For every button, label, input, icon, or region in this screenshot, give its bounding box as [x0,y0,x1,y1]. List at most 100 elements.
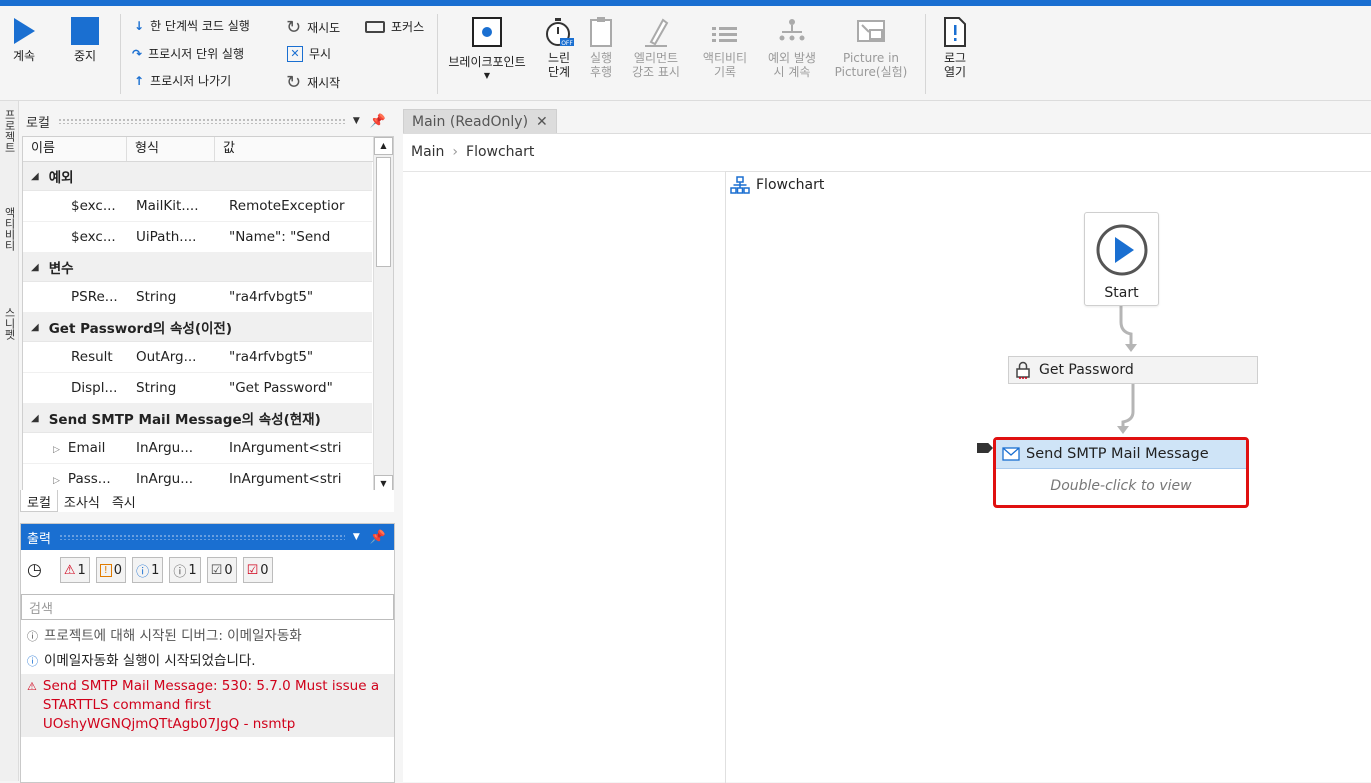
continue-label: 계속 [12,49,36,63]
chevron-right-icon: › [452,144,459,160]
flowchart-container[interactable]: Flowchart Start Get Password Send SMTP M… [725,171,1371,783]
retry-label: 재시도 [307,21,341,35]
focus-button[interactable]: 포커스 [365,18,424,35]
restart-button[interactable]: ↻ 재시작 [286,72,340,93]
group-variables[interactable]: ◢ 변수 [23,253,372,282]
filter-errors[interactable]: ⚠ 1 [59,557,90,583]
slow-step-button[interactable]: OFF 느린 단계 [540,16,578,79]
expand-arrow-icon[interactable]: ▷ [53,445,60,455]
designer-canvas[interactable]: Main › Flowchart Flowchart Start Get Pas… [403,133,1371,783]
output-title: 출력 [27,531,51,547]
ignore-icon: ✕ [287,45,303,62]
log-entry-info[interactable]: ⓘ 이메일자동화 실행이 시작되었습니다. [21,649,394,674]
step-out-button[interactable]: ↑ 프로시저 나가기 [134,72,231,89]
breakpoints-button[interactable]: 브레이크포인트 ▼ [441,16,533,83]
send-smtp-header: Send SMTP Mail Message [996,440,1246,469]
column-name[interactable]: 이름 [23,137,127,161]
filter-trace[interactable]: ⓘ 1 [169,557,201,583]
filter-fatal[interactable]: ☑ 0 [242,557,273,583]
table-row[interactable]: Result OutArg... "ra4rfvbgt5" [23,342,372,373]
table-row[interactable]: ▷ Email InArgu... InArgument<stri [23,433,372,464]
column-type[interactable]: 형식 [127,137,215,161]
log-activities-label-1: 액티비티 [702,51,748,65]
step-into-button[interactable]: ↓ 한 단계씩 코드 실행 [134,17,250,34]
breadcrumb-main[interactable]: Main [411,144,444,160]
execution-trail-button[interactable]: 실행 후행 [582,16,620,79]
chevron-down-icon[interactable]: ▼ [353,532,360,542]
trace-icon: ⓘ [173,564,187,580]
locals-bottom-tabs: 로컬 조사식 즉시 [20,490,394,512]
stop-button[interactable]: 중지 [66,16,104,63]
group-exceptions[interactable]: ◢ 예외 [23,162,372,191]
table-row[interactable]: PSRe... String "ra4rfvbgt5" [23,282,372,313]
get-password-activity[interactable]: Get Password [1008,356,1258,384]
clock-icon[interactable]: ◷ [27,560,42,580]
info-icon: ⓘ [136,564,150,580]
debug-ribbon: 계속 중지 ↓ 한 단계씩 코드 실행 ↷ 프로시저 단위 실행 ↑ 프로시저 … [0,6,1371,101]
step-into-label: 한 단계씩 코드 실행 [150,19,250,33]
log-entry-trace[interactable]: ⓘ 프로젝트에 대해 시작된 디버그: 이메일자동화 [21,624,394,649]
chevron-down-icon[interactable]: ▼ [353,116,360,126]
log-activities-button[interactable]: 액티비티 기록 [694,16,756,79]
ribbon-separator [437,14,438,94]
group-current-properties[interactable]: ◢ Send SMTP Mail Message의 속성(현재) [23,404,372,433]
play-icon [14,18,35,44]
ribbon-separator [925,14,926,94]
table-row[interactable]: $exc... MailKit.... RemoteExceptior [23,191,372,222]
ribbon-separator [120,14,121,94]
error-icon: ⚠ [27,680,37,693]
start-node[interactable]: Start [1084,212,1159,306]
pin-icon[interactable]: 📌 [370,530,386,545]
tab-locals[interactable]: 로컬 [20,490,58,512]
open-logs-label-2: 열기 [943,65,967,79]
ignore-button[interactable]: ✕ 무시 [287,45,331,62]
open-logs-button[interactable]: 로그 열기 [936,16,974,79]
tab-snippets[interactable]: 스니펫 [1,307,17,340]
tab-activities[interactable]: 액티비티 [1,207,17,251]
vertical-scrollbar[interactable]: ▲ ▼ [373,137,393,493]
tab-watch[interactable]: 조사식 [58,490,106,512]
tab-immediate[interactable]: 즉시 [106,490,142,512]
scroll-up-icon[interactable]: ▲ [374,137,393,155]
scroll-thumb[interactable] [376,157,391,267]
continue-on-exception-label-1: 예외 발생 [768,51,816,65]
execution-trail-label-2: 후행 [589,65,613,79]
continue-on-exception-button[interactable]: 예외 발생 시 계속 [760,16,824,79]
filter-warnings[interactable]: ! 0 [95,557,127,583]
highlight-elements-button[interactable]: 엘리먼트 강조 표시 [624,16,688,79]
log-entry-error[interactable]: ⚠ Send SMTP Mail Message: 530: 5.7.0 Must… [21,674,394,737]
expand-arrow-icon[interactable]: ▷ [53,476,60,486]
pin-icon[interactable]: 📌 [370,114,386,129]
tab-project[interactable]: 프로젝트 [1,109,17,153]
table-row[interactable]: $exc... UiPath.... "Name": "Send [23,222,372,253]
filter-info[interactable]: ⓘ 1 [132,557,164,583]
locals-panel-header: 로컬 ▼ 📌 [20,108,394,134]
list-icon [712,27,737,42]
column-value[interactable]: 값 [215,137,393,161]
locals-grid-header: 이름 형식 값 [23,137,393,162]
output-panel-header: 출력 ▼ 📌 [21,524,394,550]
output-search-input[interactable]: 검색 [21,594,394,620]
highlight-elements-label-2: 강조 표시 [632,65,680,79]
send-smtp-mail-activity[interactable]: Send SMTP Mail Message Double-click to v… [993,437,1249,508]
step-into-icon: ↓ [134,18,145,33]
lock-icon [1016,361,1030,379]
retry-button[interactable]: ↻ 재시도 [286,17,340,38]
filter-verbose[interactable]: ☑ 0 [206,557,237,583]
retry-icon: ↻ [286,17,302,38]
output-panel: 출력 ▼ 📌 ◷ ⚠ 1 ! 0 ⓘ 1 ⓘ 1 ☑ 0 ☑ 0 검색 ⓘ 프로젝트에 대해 … [20,523,395,783]
picture-in-picture-icon [857,20,885,42]
group-previous-properties[interactable]: ◢ Get Password의 속성(이전) [23,313,372,342]
step-over-button[interactable]: ↷ 프로시저 단위 실행 [132,45,244,62]
continue-button[interactable]: 계속 [8,16,40,63]
table-row[interactable]: Displ... String "Get Password" [23,373,372,404]
step-over-label: 프로시저 단위 실행 [148,47,245,61]
close-icon[interactable]: ✕ [536,114,548,130]
continue-on-exception-label-2: 시 계속 [773,65,811,79]
collapse-arrow-icon: ◢ [31,321,39,333]
double-click-hint: Double-click to view [1050,478,1192,494]
locals-title: 로컬 [26,115,50,131]
tab-main-readonly[interactable]: Main (ReadOnly) ✕ [403,109,557,135]
picture-in-picture-button[interactable]: Picture in Picture(실험) [828,16,914,79]
breadcrumb-flowchart[interactable]: Flowchart [466,144,534,160]
